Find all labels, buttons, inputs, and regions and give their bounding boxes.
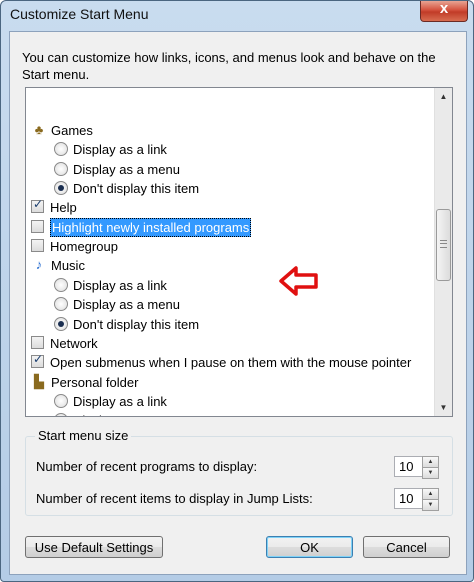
spin-down-arrow-icon[interactable]: ▼ bbox=[422, 499, 439, 511]
start-menu-options-list[interactable]: ♣ Games Display as a link Display as a menu… bbox=[25, 87, 453, 417]
radio-icon[interactable] bbox=[54, 297, 68, 312]
item-label: Games bbox=[51, 123, 93, 138]
checkbox-icon[interactable] bbox=[31, 239, 44, 253]
close-button[interactable]: x bbox=[420, 1, 468, 22]
radio-item-display-as-a-link[interactable]: Display as a link bbox=[26, 392, 426, 411]
group-title: Start menu size bbox=[35, 428, 132, 443]
scrollbar-thumb[interactable] bbox=[436, 209, 451, 281]
radio-item-display-as-a-menu[interactable]: Display as a menu bbox=[26, 160, 426, 179]
checkbox-item-help[interactable]: ✓ Help bbox=[26, 197, 426, 217]
recent-programs-spinner[interactable]: 10 ▲ ▼ bbox=[394, 456, 439, 479]
checkbox-item-open-submenus-when-i-pause-on-them-with-the-mouse-pointer[interactable]: ✓ Open submenus when I pause on them with… bbox=[26, 352, 426, 372]
item-label: Don't display this item bbox=[73, 181, 200, 197]
checkmark-icon: ✓ bbox=[33, 197, 44, 212]
jump-list-items-input[interactable]: 10 bbox=[394, 488, 424, 509]
checkbox-icon[interactable] bbox=[31, 335, 44, 349]
radio-selected-icon[interactable] bbox=[54, 181, 68, 196]
vertical-scrollbar[interactable]: ▲ ▼ bbox=[434, 88, 452, 416]
item-label: Open submenus when I pause on them with … bbox=[50, 355, 412, 371]
spin-down-arrow-icon[interactable]: ▼ bbox=[422, 467, 439, 479]
radio-selected-icon[interactable] bbox=[54, 316, 68, 331]
options-list-rows: ♣ Games Display as a link Display as a menu… bbox=[26, 88, 434, 416]
checkbox-icon[interactable] bbox=[31, 219, 44, 233]
customize-start-menu-dialog: Customize Start Menu x You can customize… bbox=[0, 0, 474, 582]
radio-icon[interactable] bbox=[54, 393, 68, 408]
intro-text: You can customize how links, icons, and … bbox=[22, 50, 436, 82]
radio-item-display-as-a-link[interactable]: Display as a link bbox=[26, 140, 426, 159]
jump-list-items-label: Number of recent items to display in Jum… bbox=[36, 491, 313, 506]
item-label: Display as a link bbox=[73, 277, 167, 293]
item-label: Display as a menu bbox=[73, 297, 180, 313]
checkbox-item-homegroup[interactable]: Homegroup bbox=[26, 237, 426, 256]
radio-item-display-as-a-menu[interactable]: Display as a menu bbox=[26, 411, 426, 416]
checkbox-checked-icon[interactable]: ✓ bbox=[31, 352, 44, 369]
scroll-up-arrow-icon[interactable]: ▲ bbox=[435, 88, 452, 105]
item-label: Highlight newly installed programs bbox=[50, 217, 252, 237]
radio-item-display-as-a-menu[interactable]: Display as a menu bbox=[26, 295, 426, 314]
title-bar[interactable]: Customize Start Menu x bbox=[1, 1, 473, 31]
radio-item-display-as-a-link[interactable]: Display as a link bbox=[26, 276, 426, 295]
list-item-personal-folder[interactable]: ▙ Personal folder bbox=[26, 373, 426, 392]
item-label: Display as a link bbox=[73, 393, 167, 409]
item-label: Personal folder bbox=[51, 374, 139, 390]
checkbox-item-network[interactable]: Network bbox=[26, 334, 426, 353]
music-note-icon: ♪ bbox=[35, 257, 43, 273]
item-label: Don't display this item bbox=[73, 316, 200, 332]
radio-icon[interactable] bbox=[54, 277, 68, 292]
item-label: Display as a menu bbox=[73, 161, 180, 177]
cancel-button[interactable]: Cancel bbox=[363, 536, 450, 558]
close-icon: x bbox=[439, 0, 449, 17]
jump-list-items-spinner[interactable]: 10 ▲ ▼ bbox=[394, 488, 439, 511]
item-label: Display as a link bbox=[73, 142, 167, 158]
radio-icon[interactable] bbox=[54, 161, 68, 176]
item-label: Homegroup bbox=[50, 239, 118, 255]
use-default-settings-button[interactable]: Use Default Settings bbox=[25, 536, 163, 558]
checkbox-checked-icon[interactable]: ✓ bbox=[31, 197, 44, 214]
grip-icon bbox=[440, 240, 447, 248]
radio-item-don-t-display-this-item[interactable]: Don't display this item bbox=[26, 179, 426, 198]
personal-folder-icon: ▙ bbox=[34, 373, 44, 389]
dialog-body: You can customize how links, icons, and … bbox=[9, 31, 467, 575]
checkbox-item-highlight-newly-installed-programs[interactable]: Highlight newly installed programs bbox=[26, 217, 426, 237]
item-label: Network bbox=[50, 335, 98, 351]
recent-programs-input[interactable]: 10 bbox=[394, 456, 424, 477]
games-icon: ♣ bbox=[34, 122, 44, 137]
radio-item-don-t-display-this-item[interactable]: Don't display this item bbox=[26, 315, 426, 334]
recent-programs-label: Number of recent programs to display: bbox=[36, 459, 258, 474]
start-menu-size-group: Start menu size Number of recent program… bbox=[25, 428, 453, 516]
red-arrow-callout-icon bbox=[279, 266, 318, 296]
window-title: Customize Start Menu bbox=[10, 6, 149, 22]
ok-button[interactable]: OK bbox=[266, 536, 353, 558]
item-label: Display as a menu bbox=[73, 412, 180, 416]
item-label: Music bbox=[51, 258, 85, 274]
scroll-down-arrow-icon[interactable]: ▼ bbox=[435, 399, 452, 416]
radio-icon[interactable] bbox=[54, 142, 68, 157]
checkmark-icon: ✓ bbox=[33, 352, 44, 367]
list-item-games[interactable]: ♣ Games bbox=[26, 121, 426, 140]
radio-selected-icon[interactable] bbox=[54, 413, 68, 416]
list-item-music[interactable]: ♪ Music bbox=[26, 256, 426, 275]
item-label: Help bbox=[50, 200, 77, 216]
